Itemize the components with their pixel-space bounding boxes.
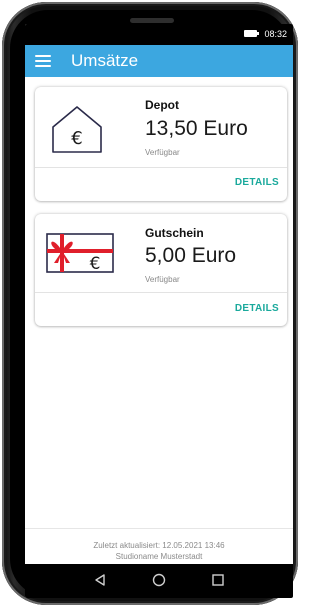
app-bar: Umsätze <box>25 45 293 77</box>
card-divider <box>35 167 287 168</box>
svg-text:€: € <box>90 254 101 274</box>
card-divider <box>35 292 287 293</box>
card-amount: 13,50 Euro <box>145 117 248 140</box>
gutschein-details-button[interactable]: DETAILS <box>235 303 279 314</box>
gift-voucher-euro-icon: € <box>46 233 114 274</box>
hamburger-menu-icon[interactable] <box>35 54 51 68</box>
last-updated-text: Zuletzt aktualisiert: 12.05.2021 13:46 <box>93 541 225 550</box>
battery-icon <box>244 30 259 37</box>
depot-details-button[interactable]: DETAILS <box>235 177 279 188</box>
footer-divider <box>25 528 293 529</box>
screen: 08:32 Umsätze € Depot 13,50 Euro Verfügb… <box>25 24 293 598</box>
house-euro-icon: € <box>52 106 102 153</box>
card-title: Depot <box>145 98 179 112</box>
card-title: Gutschein <box>145 226 204 240</box>
studio-name: Studioname Musterstadt <box>115 552 203 561</box>
gutschein-card: € Gutschein 5,00 Euro Verfügbar DETAILS <box>35 214 287 326</box>
status-bar: 08:32 <box>25 24 293 45</box>
card-status: Verfügbar <box>145 275 180 284</box>
footer: Zuletzt aktualisiert: 12.05.2021 13:46 S… <box>25 540 293 562</box>
card-status: Verfügbar <box>145 148 180 157</box>
back-triangle-icon[interactable] <box>93 573 107 587</box>
svg-text:€: € <box>71 128 82 149</box>
status-time: 08:32 <box>264 29 287 39</box>
page-title: Umsätze <box>71 51 139 70</box>
card-amount: 5,00 Euro <box>145 244 237 267</box>
home-circle-icon[interactable] <box>152 573 166 587</box>
navigation-bar <box>25 564 293 598</box>
depot-card: € Depot 13,50 Euro Verfügbar DETAILS <box>35 87 287 201</box>
recents-square-icon[interactable] <box>211 573 225 587</box>
phone-earpiece <box>130 18 174 23</box>
